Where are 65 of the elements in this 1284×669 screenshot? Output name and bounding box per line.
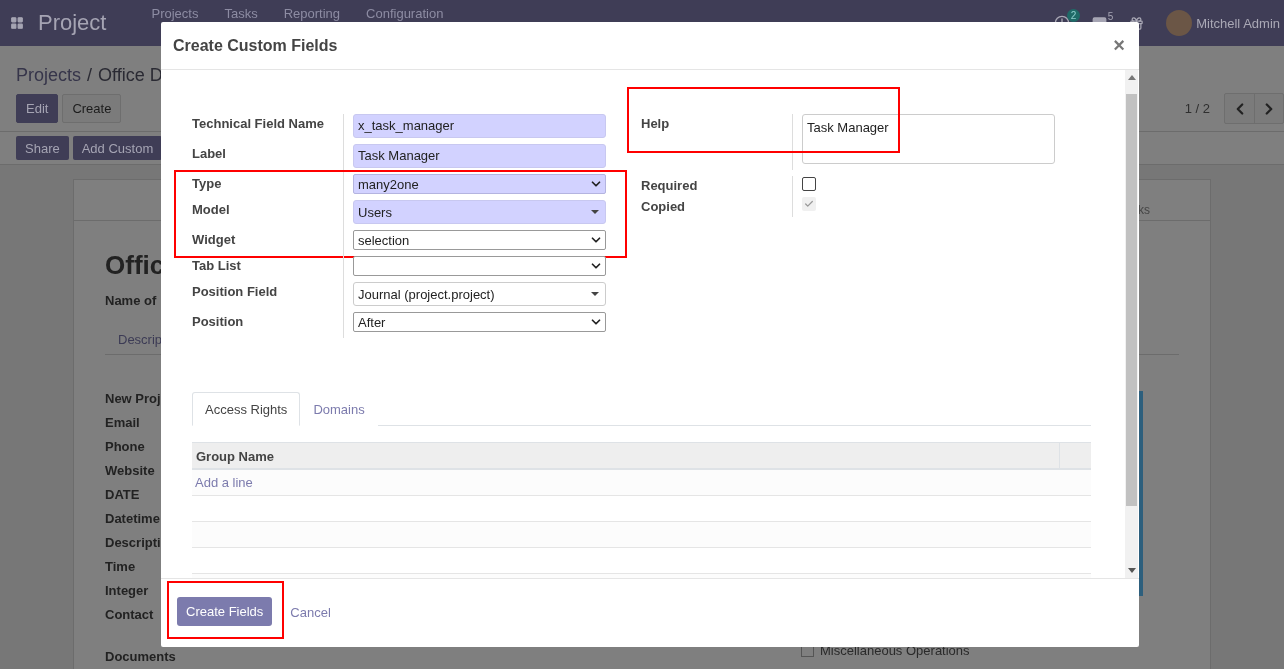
menu-item[interactable]: Reporting xyxy=(270,6,354,21)
add-line-link[interactable]: Add a line xyxy=(195,475,253,490)
caret-icon xyxy=(591,292,599,296)
app-name: Project xyxy=(38,10,107,36)
action-button[interactable]: Edit xyxy=(16,94,59,123)
text-field[interactable]: x_task_manager xyxy=(353,114,606,138)
field-label: Email xyxy=(105,415,140,432)
select-field[interactable]: many2one xyxy=(353,174,606,194)
field-label: Widget xyxy=(192,231,237,249)
select-field[interactable]: After xyxy=(353,312,606,332)
field-label: Website xyxy=(105,463,155,480)
field-label: Tab List xyxy=(192,257,242,275)
text-area[interactable]: Task Manager xyxy=(802,114,1055,164)
field-label: Label xyxy=(192,145,227,163)
checkbox[interactable] xyxy=(802,177,816,191)
count-badge: 2 xyxy=(1066,9,1081,22)
field-label: Contact xyxy=(105,607,154,624)
toolbar-button[interactable]: Share xyxy=(16,136,69,160)
pager-text: 1 / 2 xyxy=(1184,101,1210,116)
field-label: Type xyxy=(192,175,223,193)
toolbar-button[interactable]: Add Custom xyxy=(72,136,163,160)
cancel-link[interactable]: Cancel xyxy=(290,605,331,620)
breadcrumb-link[interactable]: Projects xyxy=(16,65,82,86)
field-label: Position Field xyxy=(192,283,279,301)
record-title: Offic xyxy=(105,250,165,280)
field-label: Position xyxy=(192,313,245,331)
scroll-up-icon[interactable] xyxy=(1127,75,1136,80)
dropdown-field[interactable]: Users xyxy=(353,200,606,224)
close-button[interactable]: × xyxy=(1111,34,1127,57)
text-field[interactable]: Task Manager xyxy=(353,144,606,168)
field-label: Phone xyxy=(105,439,145,456)
select-field[interactable]: selection xyxy=(353,230,606,250)
stat-button-label[interactable]: ks xyxy=(1138,203,1150,217)
section-title: Documents xyxy=(105,649,176,664)
create-fields-button[interactable]: Create Fields xyxy=(177,597,273,626)
breadcrumb-separator: / xyxy=(87,65,93,86)
dialog-title: Create Custom Fields xyxy=(173,36,338,55)
app-grid-icon[interactable] xyxy=(10,16,24,30)
checkbox-label: Miscellaneous Operations xyxy=(820,643,970,658)
notebook-tab[interactable]: Descrip xyxy=(118,332,163,347)
field-label: Help xyxy=(641,115,671,133)
scroll-down-icon[interactable] xyxy=(1127,568,1136,573)
caret-icon xyxy=(591,210,599,214)
menu-item[interactable]: Tasks xyxy=(211,6,271,21)
field-label: Copied xyxy=(641,198,687,216)
field-label: Name of xyxy=(105,293,157,308)
field-label: Technical Field Name xyxy=(192,115,325,133)
field-label: New Proj xyxy=(105,391,161,408)
scrollbar[interactable] xyxy=(1125,70,1138,578)
column-header: Group Name xyxy=(195,448,275,466)
field-label: Descripti xyxy=(105,535,161,552)
action-button[interactable]: Create xyxy=(62,94,122,123)
user-name[interactable]: Mitchell Admin xyxy=(1196,15,1280,31)
field-label: Time xyxy=(105,559,136,576)
menu-item[interactable]: Projects xyxy=(138,6,212,21)
field-label: Integer xyxy=(105,583,149,600)
select-field[interactable] xyxy=(353,256,606,276)
field-label: Model xyxy=(192,201,231,219)
tab[interactable]: Access Rights xyxy=(192,392,301,426)
count-label: 5 xyxy=(1106,9,1115,23)
field-label: DATE xyxy=(105,487,140,504)
menu-item[interactable]: Configuration xyxy=(353,6,457,21)
field-label: Datetime xyxy=(105,511,160,528)
field-label: Required xyxy=(641,177,699,195)
dropdown-field[interactable]: Journal (project.project) xyxy=(353,282,606,306)
